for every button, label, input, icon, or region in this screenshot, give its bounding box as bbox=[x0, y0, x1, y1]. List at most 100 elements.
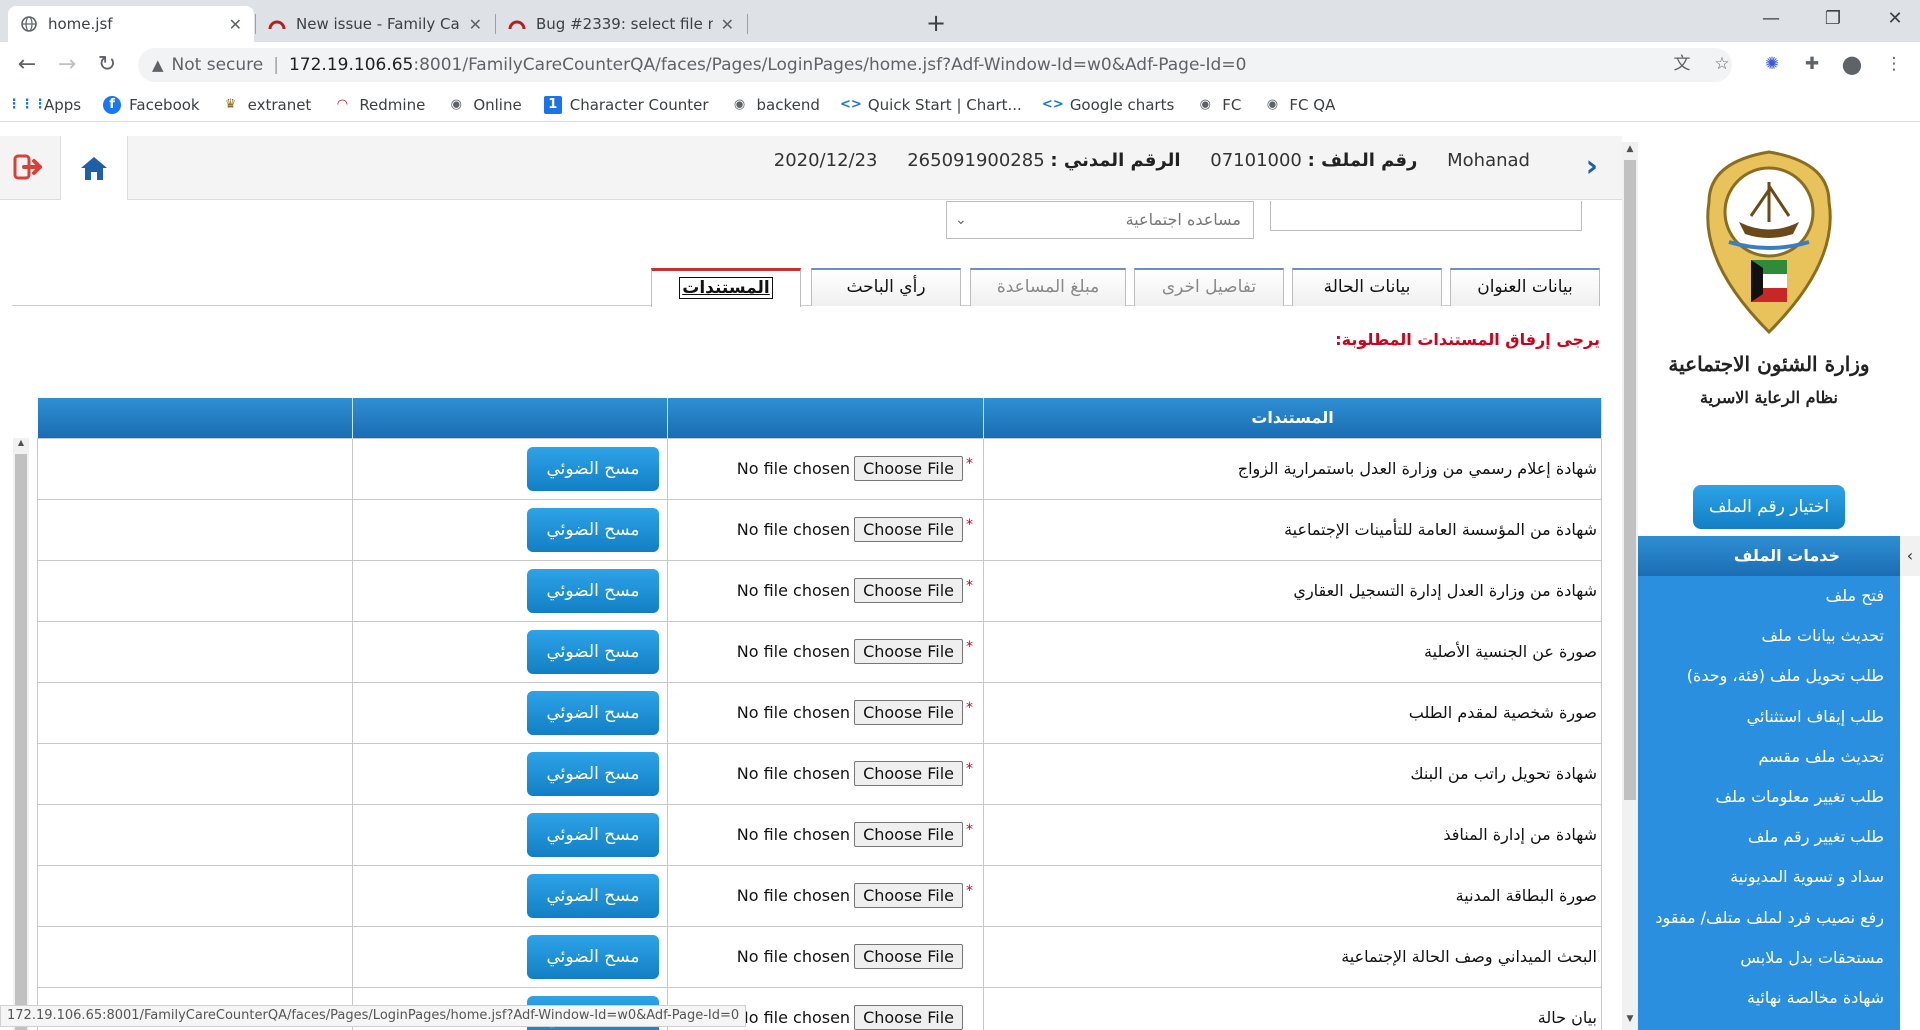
globe-icon: ◉ bbox=[1199, 97, 1211, 112]
sidebar-service-item[interactable]: طلب تغيير رقم ملف bbox=[1638, 817, 1900, 857]
scan-button[interactable]: مسح الضوئي bbox=[527, 446, 659, 491]
address-bar[interactable]: ▲ Not secure | 172.19.106.65:8001/Family… bbox=[138, 48, 1732, 82]
choose-file-button[interactable]: Choose File bbox=[854, 578, 963, 603]
scroll-down-icon[interactable]: ▼ bbox=[1622, 1014, 1638, 1028]
bookmark-google-charts[interactable]: <> Google charts bbox=[1042, 96, 1174, 114]
table-scrollbar[interactable]: ▲ bbox=[13, 438, 29, 1030]
scroll-up-icon[interactable]: ▲ bbox=[1622, 144, 1638, 158]
extension-icon[interactable]: ✺ bbox=[1758, 50, 1786, 78]
tab-address-data[interactable]: بيانات العنوان bbox=[1450, 268, 1600, 306]
scan-button[interactable]: مسح الضوئي bbox=[527, 751, 659, 796]
document-name: شهادة من وزارة العدل إدارة التسجيل العقا… bbox=[983, 559, 1602, 622]
choose-file-button[interactable]: Choose File bbox=[854, 1005, 963, 1030]
file-upload-cell: No file chosen Choose File * bbox=[667, 803, 984, 866]
required-marker: * bbox=[966, 883, 973, 899]
choose-file-button[interactable]: Choose File bbox=[854, 822, 963, 847]
bookmark-online[interactable]: ◉ Online bbox=[447, 96, 522, 114]
scan-button[interactable]: مسح الضوئي bbox=[527, 629, 659, 674]
home-button[interactable] bbox=[60, 136, 128, 200]
choose-file-button[interactable]: Choose File bbox=[854, 944, 963, 969]
browser-tab-redmine-bug[interactable]: Bug #2339: select file number sc ✕ bbox=[496, 6, 746, 42]
tab-case-data[interactable]: بيانات الحالة bbox=[1292, 268, 1442, 306]
minimize-icon[interactable]: — bbox=[1748, 0, 1794, 38]
choose-file-button[interactable]: Choose File bbox=[854, 639, 963, 664]
scan-button[interactable]: مسح الضوئي bbox=[527, 690, 659, 735]
sidebar-service-item[interactable]: طلب تحويل ملف (فئة، وحدة) bbox=[1638, 656, 1900, 696]
pick-file-number-button[interactable]: اختيار رقم الملف bbox=[1693, 485, 1845, 529]
table-row: مسح الضوئي No file chosen Choose File * صورة… bbox=[37, 864, 1602, 927]
bookmark-star-icon[interactable]: ☆ bbox=[1708, 50, 1736, 78]
maximize-icon[interactable]: ❐ bbox=[1810, 0, 1856, 38]
chevron-right-icon[interactable]: › bbox=[1586, 150, 1598, 184]
scan-button[interactable]: مسح الضوئي bbox=[527, 812, 659, 857]
profile-icon[interactable]: ● bbox=[1838, 50, 1866, 78]
reload-icon[interactable]: ↻ bbox=[92, 50, 122, 80]
required-marker: * bbox=[966, 822, 973, 838]
sidebar-service-item[interactable]: رفع نصيب فرد لملف متلف/ مفقود bbox=[1638, 898, 1900, 938]
sidebar-service-item[interactable]: سداد و تسوية المديونية bbox=[1638, 857, 1900, 897]
sidebar-service-item[interactable]: مستحقات بدل ملابس bbox=[1638, 938, 1900, 978]
sidebar-service-item[interactable]: طلب إيقاف استثنائي bbox=[1638, 697, 1900, 737]
bookmark-facebook[interactable]: f Facebook bbox=[103, 95, 200, 114]
bookmark-label: FC bbox=[1222, 95, 1242, 114]
chevron-left-icon[interactable]: ‹ bbox=[1900, 536, 1920, 576]
scroll-up-icon[interactable]: ▲ bbox=[13, 438, 29, 452]
browser-tab-home[interactable]: home.jsf ✕ bbox=[8, 6, 254, 42]
tab-assistance-amount[interactable]: مبلغ المساعدة bbox=[970, 268, 1126, 306]
bookmark-backend[interactable]: ◉ backend bbox=[730, 96, 820, 114]
scan-button[interactable]: مسح الضوئي bbox=[527, 934, 659, 979]
scan-button[interactable]: مسح الضوئي bbox=[527, 507, 659, 552]
scrollbar-thumb[interactable] bbox=[1624, 160, 1636, 800]
sidebar-service-item[interactable]: فتح ملف bbox=[1638, 576, 1900, 616]
browser-tab-redmine-new-issue[interactable]: New issue - Family Care - Redmine ✕ bbox=[256, 6, 494, 42]
file-upload-cell: No file chosen Choose File * bbox=[667, 864, 984, 927]
logout-icon[interactable] bbox=[12, 150, 48, 186]
bookmark-fc[interactable]: ◉ FC bbox=[1196, 95, 1242, 114]
document-name: بيان حالة bbox=[983, 986, 1602, 1030]
sidebar-service-item[interactable]: طلب تغيير معلومات ملف bbox=[1638, 777, 1900, 817]
translate-icon[interactable]: 文 bbox=[1668, 50, 1696, 78]
tab-researcher-opinion[interactable]: رأي الباحث bbox=[811, 268, 961, 306]
scan-button[interactable]: مسح الضوئي bbox=[527, 568, 659, 613]
table-row: مسح الضوئي No file chosen Choose File * شهاد… bbox=[37, 803, 1602, 866]
empty-cell bbox=[37, 925, 353, 988]
scrollbar-thumb[interactable] bbox=[15, 454, 27, 1030]
choose-file-button[interactable]: Choose File bbox=[854, 761, 963, 786]
security-label[interactable]: Not secure bbox=[172, 55, 264, 75]
new-tab-icon[interactable]: + bbox=[920, 8, 952, 40]
scan-button[interactable]: مسح الضوئي bbox=[527, 873, 659, 918]
no-file-text: No file chosen bbox=[736, 886, 851, 905]
sidebar-service-item[interactable]: تحديث بيانات ملف bbox=[1638, 616, 1900, 656]
puzzle-icon[interactable]: ✚ bbox=[1798, 50, 1826, 78]
content-scrollbar[interactable]: ▲ ▼ bbox=[1622, 142, 1638, 1030]
close-tab-icon[interactable]: ✕ bbox=[469, 15, 482, 34]
forward-icon[interactable]: → bbox=[52, 50, 82, 80]
menu-icon[interactable]: ⋮ bbox=[1880, 50, 1908, 78]
choose-file-button[interactable]: Choose File bbox=[854, 517, 963, 542]
warning-icon[interactable]: ▲ bbox=[152, 56, 164, 74]
text-field[interactable] bbox=[1270, 201, 1582, 231]
choose-file-button[interactable]: Choose File bbox=[854, 700, 963, 725]
close-tab-icon[interactable]: ✕ bbox=[229, 15, 242, 34]
document-name: صورة عن الجنسية الأصلية bbox=[983, 620, 1602, 683]
back-icon[interactable]: ← bbox=[12, 50, 42, 80]
tab-other-details[interactable]: تفاصيل اخرى bbox=[1134, 268, 1284, 306]
tab-documents[interactable]: المستندات bbox=[651, 268, 801, 307]
bookmark-apps[interactable]: ⋮⋮⋮ Apps bbox=[8, 96, 82, 114]
bookmark-fc-qa[interactable]: ◉ FC QA bbox=[1263, 96, 1336, 114]
sidebar-service-item[interactable]: شهادة مخالصة نهائية bbox=[1638, 978, 1900, 1018]
number-one-icon: 1 bbox=[543, 95, 562, 114]
url-text[interactable]: 172.19.106.65:8001/FamilyCareCounterQA/f… bbox=[289, 55, 1246, 75]
bookmark-character-counter[interactable]: 1 Character Counter bbox=[543, 95, 708, 114]
bookmark-extranet[interactable]: ♛ extranet bbox=[222, 96, 312, 114]
bookmark-redmine[interactable]: ◠ Redmine bbox=[333, 96, 425, 114]
close-window-icon[interactable]: ✕ bbox=[1872, 0, 1918, 38]
bookmark-label: Redmine bbox=[359, 95, 426, 114]
close-tab-icon[interactable]: ✕ bbox=[721, 15, 734, 34]
bookmark-quick-start[interactable]: <> Quick Start | Chart... bbox=[840, 96, 1022, 114]
choose-file-button[interactable]: Choose File bbox=[854, 883, 963, 908]
choose-file-button[interactable]: Choose File bbox=[854, 456, 963, 481]
file-services-header[interactable]: خدمات الملف bbox=[1638, 536, 1900, 576]
assistance-type-select[interactable]: مساعده اجتماعية ⌄ bbox=[946, 201, 1254, 239]
sidebar-service-item[interactable]: تحديث ملف مقسم bbox=[1638, 737, 1900, 777]
